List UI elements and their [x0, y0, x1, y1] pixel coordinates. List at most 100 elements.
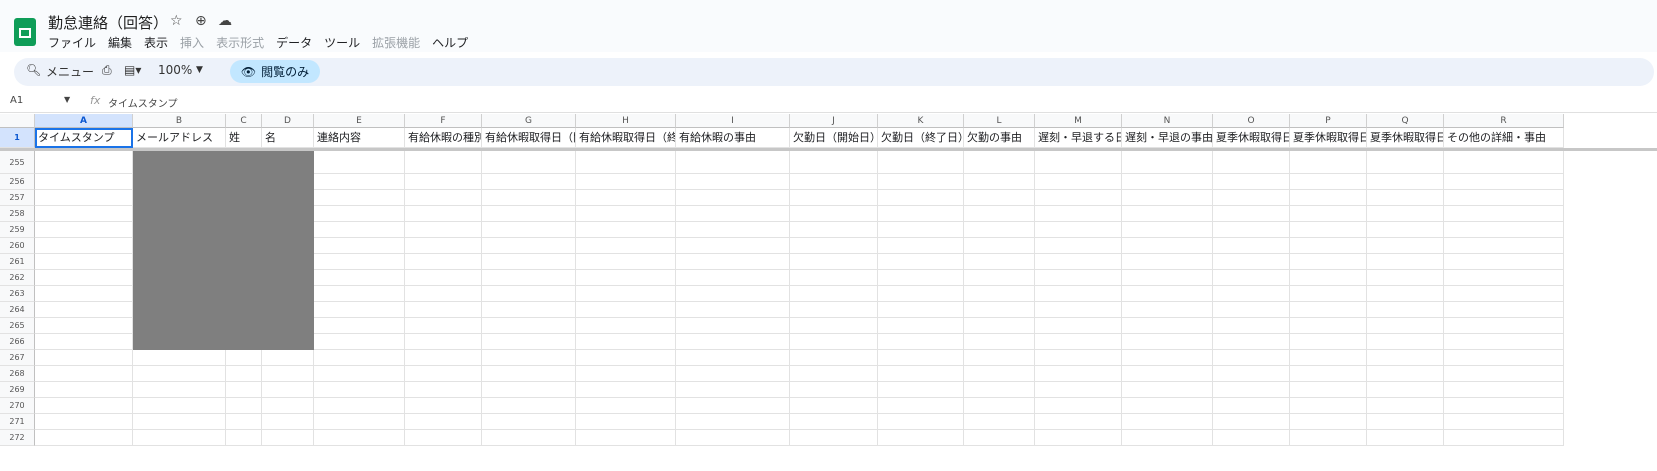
table-cell[interactable]: [1367, 286, 1444, 302]
table-cell[interactable]: [1444, 206, 1564, 222]
column-header-g[interactable]: G: [482, 114, 576, 128]
table-cell[interactable]: [133, 366, 226, 382]
row-header[interactable]: 269: [0, 382, 35, 398]
table-cell[interactable]: [1213, 190, 1290, 206]
table-cell[interactable]: [1122, 318, 1213, 334]
table-cell[interactable]: [226, 350, 262, 366]
table-cell[interactable]: [35, 222, 133, 238]
table-cell[interactable]: [576, 318, 676, 334]
menu-item[interactable]: ツール: [324, 34, 360, 51]
sheets-logo-icon[interactable]: [14, 18, 36, 46]
table-cell[interactable]: [1290, 151, 1367, 174]
table-cell[interactable]: [790, 366, 878, 382]
table-cell[interactable]: [1444, 302, 1564, 318]
table-cell[interactable]: [1122, 302, 1213, 318]
formula-input[interactable]: タイムスタンプ: [108, 95, 178, 110]
header-cell[interactable]: 夏季休暇取得日: [1290, 128, 1367, 148]
table-cell[interactable]: [1444, 174, 1564, 190]
table-cell[interactable]: [878, 286, 964, 302]
table-cell[interactable]: [790, 350, 878, 366]
table-cell[interactable]: [878, 174, 964, 190]
table-cell[interactable]: [314, 430, 405, 446]
table-cell[interactable]: [964, 190, 1035, 206]
table-cell[interactable]: [35, 398, 133, 414]
menu-item[interactable]: 表示形式: [216, 34, 264, 51]
table-cell[interactable]: [576, 190, 676, 206]
header-cell[interactable]: その他の詳細・事由: [1444, 128, 1564, 148]
table-cell[interactable]: [964, 174, 1035, 190]
table-cell[interactable]: [878, 414, 964, 430]
row-header[interactable]: 260: [0, 238, 35, 254]
table-cell[interactable]: [1122, 222, 1213, 238]
table-cell[interactable]: [314, 302, 405, 318]
table-cell[interactable]: [262, 414, 314, 430]
table-cell[interactable]: [576, 254, 676, 270]
table-cell[interactable]: [1035, 286, 1122, 302]
table-cell[interactable]: [314, 382, 405, 398]
table-cell[interactable]: [482, 414, 576, 430]
table-cell[interactable]: [1213, 318, 1290, 334]
table-cell[interactable]: [790, 334, 878, 350]
table-cell[interactable]: [35, 334, 133, 350]
table-cell[interactable]: [405, 414, 482, 430]
row-header[interactable]: 270: [0, 398, 35, 414]
table-cell[interactable]: [482, 190, 576, 206]
table-cell[interactable]: [1290, 190, 1367, 206]
table-cell[interactable]: [35, 206, 133, 222]
row-header[interactable]: 267: [0, 350, 35, 366]
table-cell[interactable]: [1035, 238, 1122, 254]
row-header[interactable]: 257: [0, 190, 35, 206]
table-cell[interactable]: [482, 382, 576, 398]
menu-item[interactable]: 編集: [108, 34, 132, 51]
table-cell[interactable]: [133, 382, 226, 398]
table-cell[interactable]: [35, 318, 133, 334]
table-cell[interactable]: [405, 254, 482, 270]
table-cell[interactable]: [1122, 254, 1213, 270]
table-cell[interactable]: [1290, 350, 1367, 366]
table-cell[interactable]: [964, 206, 1035, 222]
header-cell[interactable]: 有給休暇の事由: [676, 128, 790, 148]
table-cell[interactable]: [482, 254, 576, 270]
table-cell[interactable]: [482, 238, 576, 254]
table-cell[interactable]: [790, 174, 878, 190]
table-cell[interactable]: [314, 238, 405, 254]
table-cell[interactable]: [1035, 350, 1122, 366]
table-cell[interactable]: [676, 206, 790, 222]
row-header[interactable]: 259: [0, 222, 35, 238]
table-cell[interactable]: [878, 334, 964, 350]
table-cell[interactable]: [676, 382, 790, 398]
row-header[interactable]: 262: [0, 270, 35, 286]
table-cell[interactable]: [226, 366, 262, 382]
table-cell[interactable]: [35, 366, 133, 382]
table-cell[interactable]: [405, 430, 482, 446]
table-cell[interactable]: [262, 366, 314, 382]
table-cell[interactable]: [878, 222, 964, 238]
row-header[interactable]: 271: [0, 414, 35, 430]
table-cell[interactable]: [790, 414, 878, 430]
table-cell[interactable]: [1290, 334, 1367, 350]
table-cell[interactable]: [35, 174, 133, 190]
table-cell[interactable]: [314, 414, 405, 430]
table-cell[interactable]: [964, 350, 1035, 366]
table-cell[interactable]: [1213, 222, 1290, 238]
table-cell[interactable]: [1213, 174, 1290, 190]
table-cell[interactable]: [405, 151, 482, 174]
table-cell[interactable]: [405, 302, 482, 318]
table-cell[interactable]: [676, 174, 790, 190]
table-cell[interactable]: [405, 270, 482, 286]
table-cell[interactable]: [1290, 286, 1367, 302]
column-header-e[interactable]: E: [314, 114, 405, 128]
table-cell[interactable]: [1122, 151, 1213, 174]
row-header[interactable]: 266: [0, 334, 35, 350]
table-cell[interactable]: [1290, 222, 1367, 238]
column-header-h[interactable]: H: [576, 114, 676, 128]
table-cell[interactable]: [1213, 350, 1290, 366]
row-header-1[interactable]: 1: [0, 128, 35, 148]
table-cell[interactable]: [1367, 206, 1444, 222]
table-cell[interactable]: [314, 270, 405, 286]
table-cell[interactable]: [226, 398, 262, 414]
table-cell[interactable]: [35, 238, 133, 254]
header-cell[interactable]: 有給休暇取得日（開: [482, 128, 576, 148]
table-cell[interactable]: [964, 414, 1035, 430]
table-cell[interactable]: [1122, 190, 1213, 206]
